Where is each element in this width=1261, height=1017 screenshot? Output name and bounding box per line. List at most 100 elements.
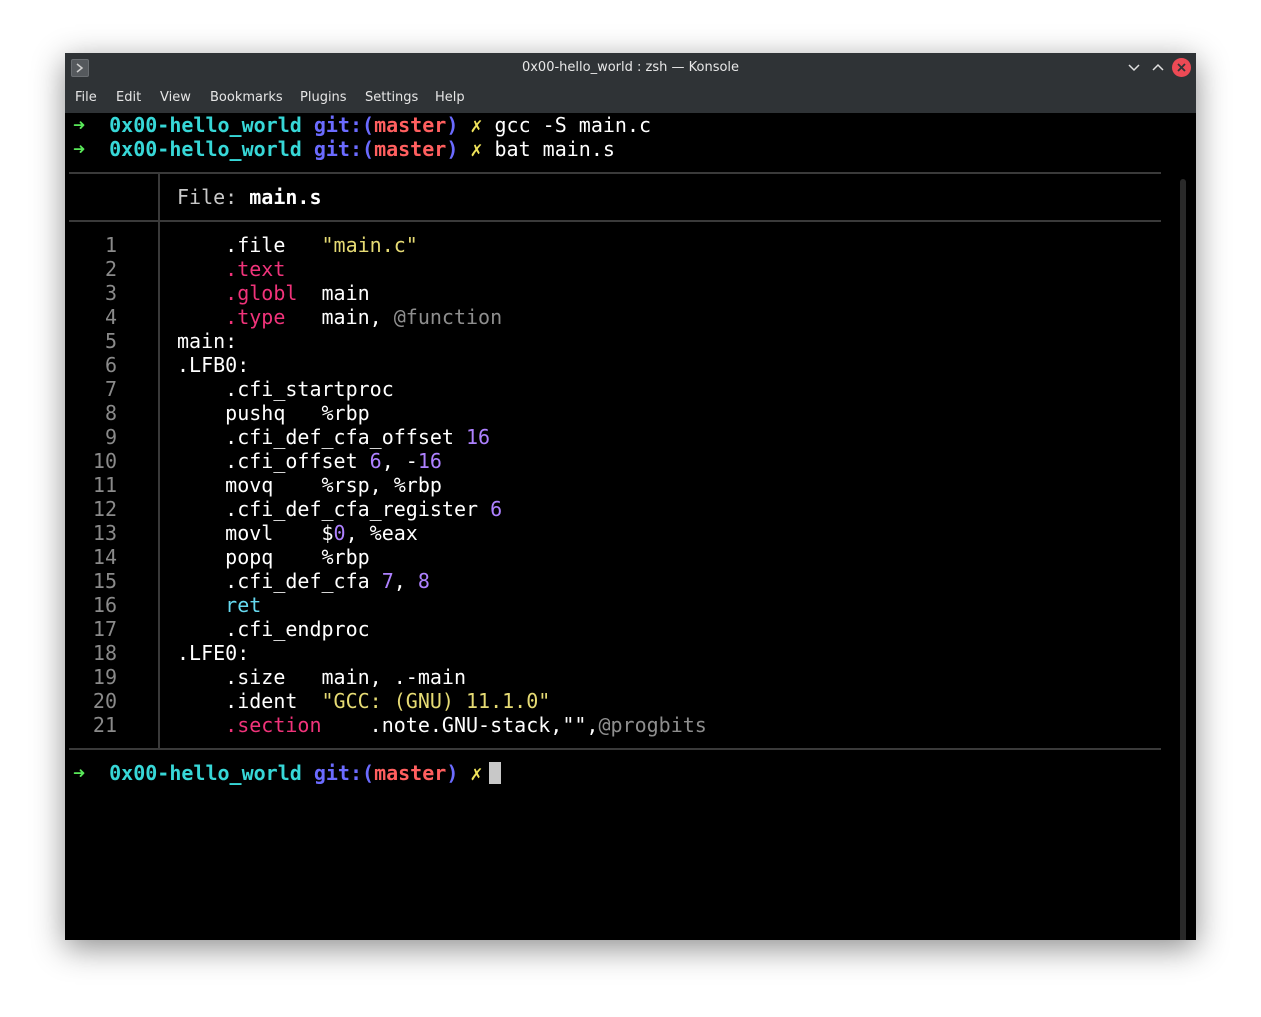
code-line: .cfi_def_cfa_offset 16 (177, 425, 490, 449)
maximize-button[interactable] (1149, 59, 1167, 77)
code-line: ret (177, 593, 261, 617)
bat-gutter-divider (158, 222, 160, 748)
line-number: 2 (104, 257, 117, 281)
code-token: .file (177, 233, 322, 257)
text-cursor (489, 762, 501, 784)
prompt-line-2: ➜ 0x00-hello_world git:(master) ✗ bat ma… (73, 137, 615, 161)
code-line: .cfi_def_cfa 7, 8 (177, 569, 430, 593)
code-token: .cfi_def_cfa_offset (177, 425, 466, 449)
minimize-button[interactable] (1125, 59, 1143, 77)
code-line: .ident "GCC: (GNU) 11.1.0" (177, 689, 550, 713)
code-line: .globl main (177, 281, 370, 305)
code-token: 16 (417, 449, 442, 473)
file-name: main.s (249, 185, 322, 209)
menu-bookmarks[interactable]: Bookmarks (210, 90, 283, 105)
terminal-area[interactable]: ➜ 0x00-hello_world git:(master) ✗ gcc -S… (65, 113, 1196, 940)
menu-plugins[interactable]: Plugins (300, 90, 347, 105)
code-token: 7 (381, 569, 394, 593)
code-line: .LFE0: (177, 641, 249, 665)
code-token: 0 (333, 521, 346, 545)
chevron-up-icon (1152, 63, 1164, 71)
code-token: "main.c" (321, 233, 418, 257)
dirty-marker: ✗ (470, 761, 483, 785)
git-branch: master (374, 113, 447, 137)
code-token: .section (225, 713, 322, 737)
bat-header-rule (69, 220, 1161, 222)
git-suffix: ) (446, 761, 459, 785)
konsole-window: 0x00-hello_world : zsh — Konsole File Ed… (65, 53, 1196, 940)
line-number: 5 (104, 329, 117, 353)
code-line: movq %rsp, %rbp (177, 473, 442, 497)
code-token: 6 (369, 449, 382, 473)
git-branch: master (374, 761, 447, 785)
code-token: popq %rbp (177, 545, 370, 569)
title-bar[interactable]: 0x00-hello_world : zsh — Konsole (65, 53, 1196, 83)
code-token: .LFB0: (177, 353, 250, 377)
menu-help[interactable]: Help (435, 90, 465, 105)
line-number: 1 (104, 233, 117, 257)
code-token: .cfi_offset (177, 449, 370, 473)
dirty-marker: ✗ (470, 137, 483, 161)
code-token: .note.GNU-stack,"", (321, 713, 599, 737)
menu-settings[interactable]: Settings (365, 90, 418, 105)
line-number: 3 (104, 281, 117, 305)
scrollbar-track[interactable] (1180, 179, 1186, 940)
line-number: 7 (104, 377, 117, 401)
code-token: ret (225, 593, 262, 617)
git-branch: master (374, 137, 447, 161)
window-title: 0x00-hello_world : zsh — Konsole (521, 60, 740, 75)
code-line: movl $0, %eax (177, 521, 418, 545)
code-line: .type main, @function (177, 305, 502, 329)
dirty-marker: ✗ (470, 113, 483, 137)
line-number: 19 (92, 665, 117, 689)
code-line: .cfi_endproc (177, 617, 370, 641)
code-token: movl $ (177, 521, 334, 545)
code-line: .LFB0: (177, 353, 249, 377)
prompt-arrow: ➜ (73, 761, 86, 785)
code-token: .type (225, 305, 286, 329)
menu-view[interactable]: View (160, 90, 191, 105)
code-token: .ident (177, 689, 322, 713)
code-line: .section .note.GNU-stack,"",@progbits (177, 713, 707, 737)
line-number: 16 (92, 593, 117, 617)
line-number: 12 (92, 497, 117, 521)
git-suffix: ) (446, 137, 459, 161)
prompt-line-1: ➜ 0x00-hello_world git:(master) ✗ gcc -S… (73, 113, 651, 137)
code-token: 6 (490, 497, 503, 521)
code-line: .file "main.c" (177, 233, 418, 257)
line-number: 11 (92, 473, 117, 497)
code-token: 8 (417, 569, 430, 593)
menu-file[interactable]: File (75, 90, 97, 105)
menu-edit[interactable]: Edit (116, 90, 141, 105)
bat-top-rule (69, 172, 1161, 174)
code-line: popq %rbp (177, 545, 370, 569)
code-line: .cfi_startproc (177, 377, 394, 401)
line-number: 14 (92, 545, 117, 569)
code-token: movq %rsp, %rbp (177, 473, 442, 497)
command-text: bat main.s (494, 137, 615, 161)
git-prefix: git:( (313, 761, 375, 785)
prompt-line-3: ➜ 0x00-hello_world git:(master) ✗ (73, 761, 482, 785)
bat-file-header: File: main.s (177, 185, 322, 209)
prompt-arrow: ➜ (73, 113, 86, 137)
code-token: .globl (225, 281, 298, 305)
code-token: .text (225, 257, 286, 281)
prompt-dir: 0x00-hello_world (109, 761, 302, 785)
code-token: main, (285, 305, 394, 329)
close-button[interactable] (1172, 58, 1191, 77)
code-token: .size main, .-main (177, 665, 466, 689)
prompt-dir: 0x00-hello_world (109, 113, 302, 137)
bat-header-divider (158, 174, 160, 222)
code-token: , %eax (345, 521, 418, 545)
code-line: pushq %rbp (177, 401, 370, 425)
code-line: main: (177, 329, 237, 353)
code-line: .text (177, 257, 285, 281)
line-number: 8 (104, 401, 117, 425)
command-text: gcc -S main.c (494, 113, 652, 137)
git-suffix: ) (446, 113, 459, 137)
menu-bar: File Edit View Bookmarks Plugins Setting… (65, 83, 1196, 113)
